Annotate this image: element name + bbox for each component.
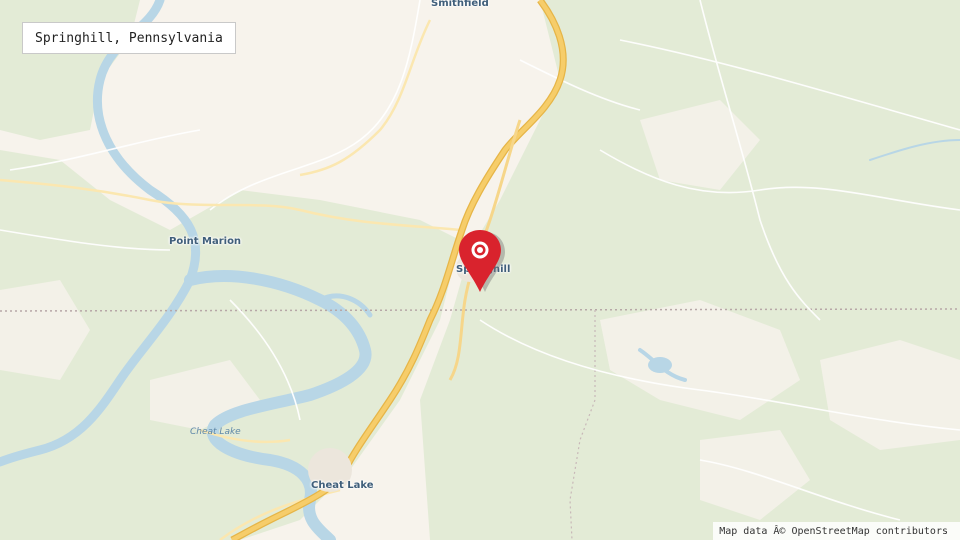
place-label-point-marion: Point Marion [169, 236, 242, 247]
location-title: Springhill, Pennsylvania [22, 22, 236, 54]
map-attribution[interactable]: Map data Â© OpenStreetMap contributors [713, 522, 960, 540]
water-label-cheat-lake: Cheat Lake [190, 427, 241, 437]
map-pin-icon[interactable] [456, 228, 506, 294]
place-label-smithfield: Smithfield [431, 0, 489, 9]
place-label-cheat-lake: Cheat Lake [311, 480, 374, 491]
pond [648, 357, 672, 373]
